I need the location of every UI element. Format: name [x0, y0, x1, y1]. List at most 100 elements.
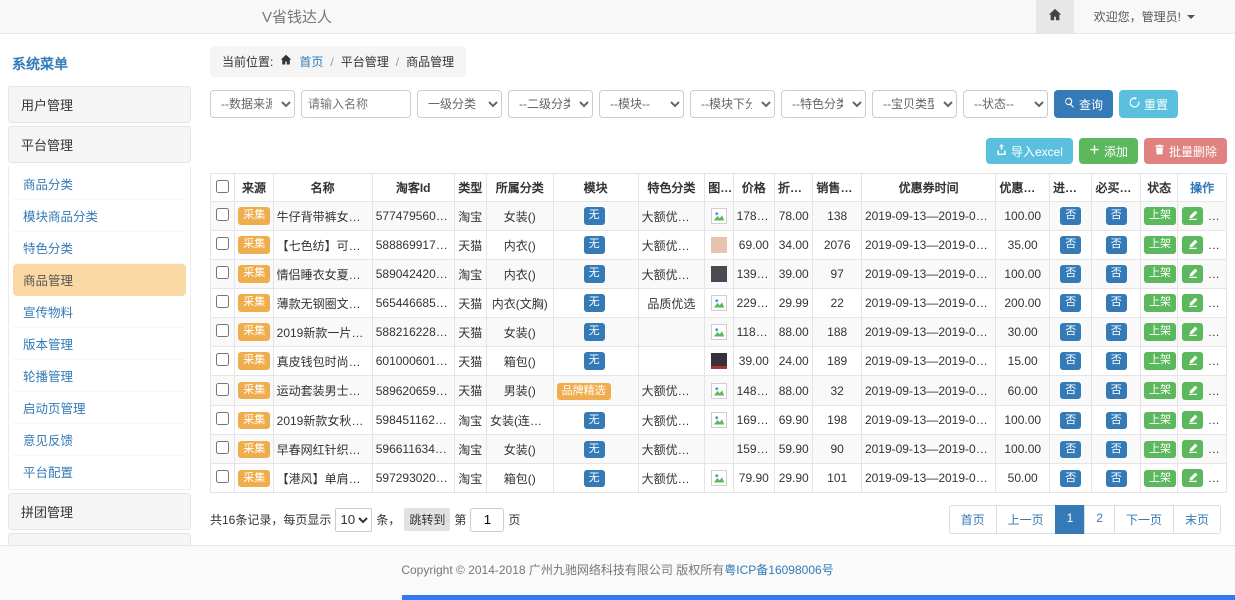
- taoke-id: 577479560965: [372, 202, 454, 231]
- edit-button[interactable]: [1182, 440, 1203, 458]
- delete-button[interactable]: [1209, 207, 1227, 225]
- edit-button[interactable]: [1182, 382, 1203, 400]
- sidebar-item[interactable]: 版本管理: [13, 328, 186, 360]
- import-excel-button[interactable]: 导入excel: [986, 138, 1073, 164]
- sidebar-group[interactable]: 用户管理: [8, 86, 191, 123]
- sidebar-group[interactable]: 拼团管理: [8, 493, 191, 530]
- edit-button[interactable]: [1182, 294, 1203, 312]
- delete-button[interactable]: [1209, 236, 1227, 254]
- page-button-1[interactable]: 1: [1055, 505, 1086, 534]
- product-type: 淘宝: [454, 464, 486, 493]
- edit-button[interactable]: [1182, 469, 1203, 487]
- must-buy-badge[interactable]: 否: [1106, 470, 1127, 487]
- delete-button[interactable]: [1209, 352, 1227, 370]
- reset-button[interactable]: 重置: [1119, 90, 1178, 118]
- row-checkbox[interactable]: [216, 412, 229, 425]
- filter-select[interactable]: 一级分类: [417, 90, 502, 118]
- import-select-badge[interactable]: 否: [1060, 441, 1081, 458]
- sidebar-item[interactable]: 平台配置: [13, 456, 186, 487]
- user-menu[interactable]: 欢迎您，管理员!: [1094, 8, 1195, 25]
- delete-button[interactable]: [1209, 265, 1227, 283]
- row-checkbox[interactable]: [216, 441, 229, 454]
- sidebar-item[interactable]: 特色分类: [13, 232, 186, 264]
- filter-select[interactable]: --模块下分类--: [690, 90, 775, 118]
- row-checkbox[interactable]: [216, 208, 229, 221]
- delete-button[interactable]: [1209, 382, 1227, 400]
- must-buy-badge[interactable]: 否: [1106, 294, 1127, 311]
- row-checkbox[interactable]: [216, 383, 229, 396]
- delete-button[interactable]: [1209, 294, 1227, 312]
- filter-select[interactable]: --宝贝类型--: [872, 90, 957, 118]
- table-header-row: 来源 名称 淘客Id 类型 所属分类 模块 特色分类 图标 价格 折后价 销售数…: [211, 174, 1227, 202]
- must-buy-badge[interactable]: 否: [1106, 382, 1127, 399]
- must-buy-badge[interactable]: 否: [1106, 236, 1127, 253]
- sidebar-item[interactable]: 启动页管理: [13, 392, 186, 424]
- import-select-badge[interactable]: 否: [1060, 207, 1081, 224]
- import-select-badge[interactable]: 否: [1060, 382, 1081, 399]
- must-buy-badge[interactable]: 否: [1106, 441, 1127, 458]
- row-checkbox[interactable]: [216, 237, 229, 250]
- import-select-badge[interactable]: 否: [1060, 236, 1081, 253]
- delete-button[interactable]: [1209, 469, 1227, 487]
- batch-delete-button[interactable]: 批量删除: [1144, 138, 1227, 164]
- add-button[interactable]: 添加: [1079, 138, 1138, 164]
- row-checkbox[interactable]: [216, 324, 229, 337]
- edit-button[interactable]: [1182, 352, 1203, 370]
- delete-button[interactable]: [1209, 411, 1227, 429]
- must-buy-badge[interactable]: 否: [1106, 352, 1127, 369]
- sidebar-item[interactable]: 商品分类: [13, 168, 186, 200]
- sidebar-item[interactable]: 宣传物料: [13, 296, 186, 328]
- edit-button[interactable]: [1182, 323, 1203, 341]
- delete-button[interactable]: [1209, 440, 1227, 458]
- page-button-2[interactable]: 2: [1084, 505, 1115, 534]
- import-select-badge[interactable]: 否: [1060, 294, 1081, 311]
- must-buy-badge[interactable]: 否: [1106, 265, 1127, 282]
- product-category: 男装(): [486, 376, 553, 406]
- sidebar-item[interactable]: 模块商品分类: [13, 200, 186, 232]
- page-button-末页[interactable]: 末页: [1173, 505, 1221, 534]
- filter-select[interactable]: --二级分类--: [508, 90, 593, 118]
- import-select-badge[interactable]: 否: [1060, 352, 1081, 369]
- page-button-下一页[interactable]: 下一页: [1114, 505, 1174, 534]
- icp-link[interactable]: 粤ICP备16098006号: [724, 563, 833, 577]
- filter-select[interactable]: --状态--: [963, 90, 1048, 118]
- filter-select[interactable]: --特色分类--: [781, 90, 866, 118]
- sidebar-group[interactable]: 省惠快报: [8, 533, 191, 545]
- filters-right: 一级分类--二级分类----模块----模块下分类----特色分类----宝贝类…: [417, 90, 1048, 118]
- sidebar-group[interactable]: 平台管理: [8, 126, 191, 163]
- jump-to-button[interactable]: 跳转到: [404, 508, 450, 531]
- import-select-badge[interactable]: 否: [1060, 470, 1081, 487]
- delete-button[interactable]: [1209, 323, 1227, 341]
- import-select-badge[interactable]: 否: [1060, 412, 1081, 429]
- per-page-select[interactable]: 10: [335, 508, 372, 532]
- edit-button[interactable]: [1182, 265, 1203, 283]
- select-all-checkbox[interactable]: [216, 180, 229, 193]
- edit-button[interactable]: [1182, 207, 1203, 225]
- edit-button[interactable]: [1182, 411, 1203, 429]
- query-button[interactable]: 查询: [1054, 90, 1113, 118]
- trash-icon: [1214, 471, 1224, 485]
- sidebar-item[interactable]: 轮播管理: [13, 360, 186, 392]
- page-button-首页[interactable]: 首页: [949, 505, 997, 534]
- pagination-bar: 共16条记录，每页显示 10 条， 跳转到 第 页 首页上一页12下一页末页: [210, 505, 1227, 534]
- coupon-time: 2019-09-13—2019-09-18: [861, 464, 995, 493]
- page-button-上一页[interactable]: 上一页: [996, 505, 1056, 534]
- row-checkbox[interactable]: [216, 353, 229, 366]
- import-select-badge[interactable]: 否: [1060, 265, 1081, 282]
- must-buy-badge[interactable]: 否: [1106, 207, 1127, 224]
- import-select-badge[interactable]: 否: [1060, 323, 1081, 340]
- edit-button[interactable]: [1182, 236, 1203, 254]
- name-search-input[interactable]: [301, 90, 411, 118]
- sidebar-item[interactable]: 意见反馈: [13, 424, 186, 456]
- filter-select[interactable]: --数据来源--: [210, 90, 295, 118]
- sidebar-item[interactable]: 商品管理: [13, 264, 186, 296]
- jump-page-input[interactable]: [470, 508, 504, 532]
- row-checkbox[interactable]: [216, 295, 229, 308]
- row-checkbox[interactable]: [216, 266, 229, 279]
- home-button[interactable]: [1036, 0, 1074, 33]
- breadcrumb-home-link[interactable]: 首页: [299, 53, 323, 70]
- must-buy-badge[interactable]: 否: [1106, 412, 1127, 429]
- row-checkbox[interactable]: [216, 470, 229, 483]
- filter-select[interactable]: --模块--: [599, 90, 684, 118]
- must-buy-badge[interactable]: 否: [1106, 323, 1127, 340]
